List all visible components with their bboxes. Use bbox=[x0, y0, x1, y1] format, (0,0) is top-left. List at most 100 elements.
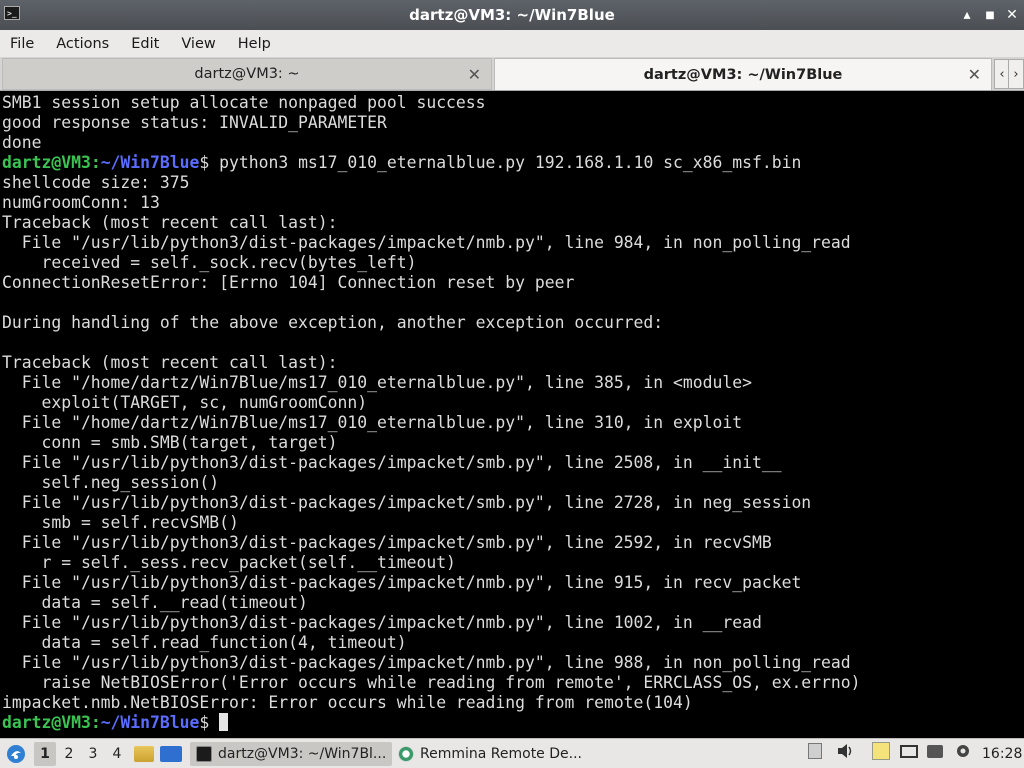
terminal-line: During handling of the above exception, … bbox=[2, 313, 1024, 333]
terminal-text: During handling of the above exception, … bbox=[2, 313, 664, 332]
tab-bar: dartz@VM3: ~ ✕ dartz@VM3: ~/Win7Blue ✕ ‹… bbox=[0, 57, 1024, 91]
terminal-line: data = self.__read(timeout) bbox=[2, 593, 1024, 613]
terminal-line: done bbox=[2, 133, 1024, 153]
clipboard-icon[interactable] bbox=[806, 742, 824, 760]
terminal-text: Traceback (most recent call last): bbox=[2, 353, 338, 372]
show-desktop-icon[interactable] bbox=[160, 742, 188, 766]
window-title: dartz@VM3: ~/Win7Blue bbox=[409, 6, 615, 24]
prompt-user: dartz@VM3 bbox=[2, 713, 91, 732]
terminal-line: raise NetBIOSError('Error occurs while r… bbox=[2, 673, 1024, 693]
terminal-text: data = self.__read(timeout) bbox=[2, 593, 308, 612]
terminal-line: shellcode size: 375 bbox=[2, 173, 1024, 193]
terminal-cursor bbox=[219, 713, 229, 731]
task-label: dartz@VM3: ~/Win7Bl... bbox=[218, 746, 387, 762]
notification-icon[interactable] bbox=[926, 742, 944, 760]
start-menu-icon[interactable] bbox=[4, 742, 28, 766]
terminal-text: r = self._sess.recv_packet(self.__timeou… bbox=[2, 553, 456, 572]
workspace-2[interactable]: 2 bbox=[58, 742, 80, 766]
remmina-icon bbox=[398, 746, 414, 762]
workspace-1[interactable]: 1 bbox=[34, 742, 56, 766]
window-titlebar[interactable]: >_ dartz@VM3: ~/Win7Blue ▴ ■ ✕ bbox=[0, 0, 1024, 30]
terminal-text: Traceback (most recent call last): bbox=[2, 213, 338, 232]
terminal-line: received = self._sock.recv(bytes_left) bbox=[2, 253, 1024, 273]
terminal-line: File "/usr/lib/python3/dist-packages/imp… bbox=[2, 493, 1024, 513]
network-icon[interactable] bbox=[900, 742, 918, 760]
tab-label: dartz@VM3: ~/Win7Blue bbox=[643, 66, 843, 83]
terminal-icon bbox=[196, 746, 212, 762]
terminal-text: numGroomConn: 13 bbox=[2, 193, 160, 212]
terminal-text: smb = self.recvSMB() bbox=[2, 513, 239, 532]
tab-win7blue[interactable]: dartz@VM3: ~/Win7Blue ✕ bbox=[494, 58, 992, 90]
prompt-user: dartz@VM3 bbox=[2, 153, 91, 172]
terminal-line: Traceback (most recent call last): bbox=[2, 353, 1024, 373]
terminal-text: File "/usr/lib/python3/dist-packages/imp… bbox=[2, 573, 802, 592]
terminal-prompt-line: dartz@VM3:~/Win7Blue$ python3 ms17_010_e… bbox=[2, 153, 1024, 173]
terminal-text: received = self._sock.recv(bytes_left) bbox=[2, 253, 417, 272]
close-icon[interactable]: ✕ bbox=[1002, 5, 1022, 25]
menu-bar: File Actions Edit View Help bbox=[0, 30, 1024, 57]
terminal-text: exploit(TARGET, sc, numGroomConn) bbox=[2, 393, 368, 412]
task-terminal[interactable]: dartz@VM3: ~/Win7Bl... bbox=[190, 742, 393, 766]
terminal-app-icon[interactable]: >_ bbox=[4, 6, 20, 20]
terminal-line: File "/usr/lib/python3/dist-packages/imp… bbox=[2, 653, 1024, 673]
terminal-line: SMB1 session setup allocate nonpaged poo… bbox=[2, 93, 1024, 113]
clock: 16:28 bbox=[982, 746, 1023, 762]
minimize-icon[interactable]: ▴ bbox=[957, 5, 977, 25]
volume-icon[interactable] bbox=[836, 742, 854, 760]
terminal-line: File "/home/dartz/Win7Blue/ms17_010_eter… bbox=[2, 413, 1024, 433]
tab-close-icon[interactable]: ✕ bbox=[968, 65, 981, 84]
prompt-path: ~/Win7Blue bbox=[100, 713, 200, 732]
terminal-text: shellcode size: 375 bbox=[2, 173, 190, 192]
terminal-line: self.neg_session() bbox=[2, 473, 1024, 493]
terminal-text: File "/usr/lib/python3/dist-packages/imp… bbox=[2, 613, 762, 632]
tab-home[interactable]: dartz@VM3: ~ ✕ bbox=[2, 58, 492, 90]
terminal-line: File "/usr/lib/python3/dist-packages/imp… bbox=[2, 613, 1024, 633]
terminal-text: File "/usr/lib/python3/dist-packages/imp… bbox=[2, 233, 851, 252]
terminal-line: conn = smb.SMB(target, target) bbox=[2, 433, 1024, 453]
terminal-text: raise NetBIOSError('Error occurs while r… bbox=[2, 673, 861, 692]
terminal-line: File "/usr/lib/python3/dist-packages/imp… bbox=[2, 233, 1024, 253]
terminal-line: File "/usr/lib/python3/dist-packages/imp… bbox=[2, 533, 1024, 553]
terminal-line: File "/usr/lib/python3/dist-packages/imp… bbox=[2, 453, 1024, 473]
terminal-line: ConnectionResetError: [Errno 104] Connec… bbox=[2, 273, 1024, 293]
maximize-icon[interactable]: ■ bbox=[980, 5, 1000, 25]
terminal-text: python3 ms17_010_eternalblue.py 192.168.… bbox=[219, 153, 802, 172]
menu-actions[interactable]: Actions bbox=[45, 36, 120, 52]
terminal-text: good response status: INVALID_PARAMETER bbox=[2, 113, 387, 132]
terminal-text: self.neg_session() bbox=[2, 473, 220, 492]
workspace-4[interactable]: 4 bbox=[106, 742, 128, 766]
settings-icon[interactable] bbox=[954, 742, 972, 760]
terminal-text: conn = smb.SMB(target, target) bbox=[2, 433, 338, 452]
prompt-end: $ bbox=[199, 713, 220, 732]
terminal-line: File "/home/dartz/Win7Blue/ms17_010_eter… bbox=[2, 373, 1024, 393]
terminal-line: impacket.nmb.NetBIOSError: Error occurs … bbox=[2, 693, 1024, 713]
terminal-text: File "/usr/lib/python3/dist-packages/imp… bbox=[2, 493, 812, 512]
terminal-prompt-line: dartz@VM3:~/Win7Blue$ bbox=[2, 713, 1024, 733]
terminal-line: Traceback (most recent call last): bbox=[2, 213, 1024, 233]
tab-scroll-right-icon[interactable]: › bbox=[1008, 59, 1024, 89]
tab-close-icon[interactable]: ✕ bbox=[468, 65, 481, 84]
terminal-line: smb = self.recvSMB() bbox=[2, 513, 1024, 533]
terminal-text: SMB1 session setup allocate nonpaged poo… bbox=[2, 93, 486, 112]
terminal-text: File "/usr/lib/python3/dist-packages/imp… bbox=[2, 533, 772, 552]
terminal-text: done bbox=[2, 133, 42, 152]
terminal-text: ConnectionResetError: [Errno 104] Connec… bbox=[2, 273, 575, 292]
menu-view[interactable]: View bbox=[170, 36, 226, 52]
task-remmina[interactable]: Remmina Remote De... bbox=[392, 742, 588, 766]
workspace-3[interactable]: 3 bbox=[82, 742, 104, 766]
task-label: Remmina Remote De... bbox=[420, 746, 582, 762]
menu-help[interactable]: Help bbox=[227, 36, 282, 52]
menu-edit[interactable]: Edit bbox=[120, 36, 170, 52]
terminal-text: File "/home/dartz/Win7Blue/ms17_010_eter… bbox=[2, 373, 752, 392]
terminal-line: numGroomConn: 13 bbox=[2, 193, 1024, 213]
terminal-text: File "/usr/lib/python3/dist-packages/imp… bbox=[2, 453, 782, 472]
menu-file[interactable]: File bbox=[0, 36, 45, 52]
terminal-line: data = self.read_function(4, timeout) bbox=[2, 633, 1024, 653]
prompt-separator: : bbox=[90, 153, 101, 172]
terminal-output[interactable]: SMB1 session setup allocate nonpaged poo… bbox=[0, 91, 1024, 738]
notes-icon[interactable] bbox=[872, 742, 890, 760]
terminal-line: good response status: INVALID_PARAMETER bbox=[2, 113, 1024, 133]
file-manager-icon[interactable] bbox=[134, 742, 160, 766]
